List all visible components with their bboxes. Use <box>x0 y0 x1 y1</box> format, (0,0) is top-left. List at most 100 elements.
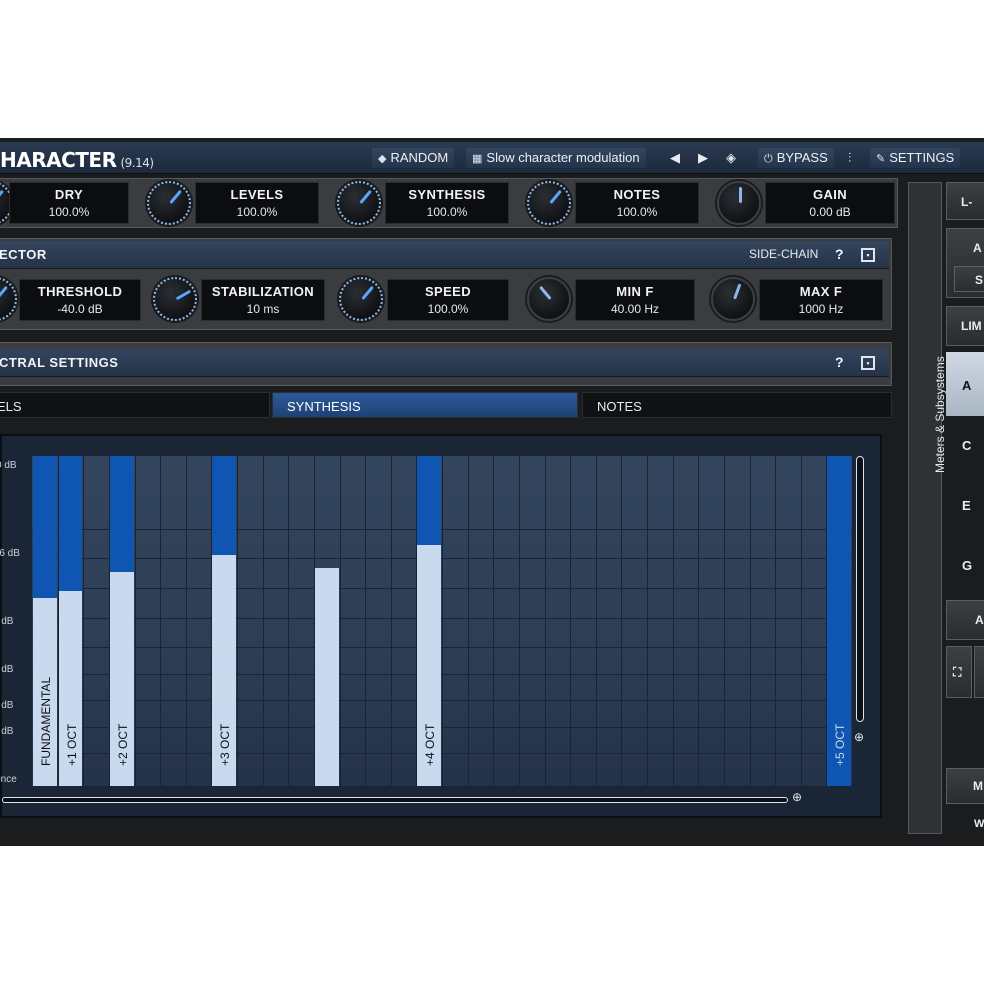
harmonic-bar-label: +5 OCT <box>833 723 848 766</box>
right-key-c[interactable]: C <box>962 438 971 453</box>
gain-value[interactable]: GAIN 0.00 dB <box>765 182 895 224</box>
y-tick-label: 0 dB <box>0 460 17 471</box>
spectral-title: CTRAL SETTINGS <box>0 355 119 370</box>
harmonic-bar[interactable]: +2 OCT <box>109 456 134 786</box>
grid-icon: ▦ <box>472 153 483 165</box>
min-f-knob[interactable] <box>527 277 571 321</box>
grid-line <box>32 700 852 702</box>
harmonic-bar-level <box>314 568 339 786</box>
right-button-lim[interactable]: LIM <box>946 306 984 346</box>
harmonic-bar-label: +1 OCT <box>64 723 79 766</box>
speed-knob[interactable] <box>339 277 383 321</box>
spectral-panel: CTRAL SETTINGS ? ▪ <box>0 342 892 386</box>
right-label-w: W <box>974 818 984 830</box>
right-key-e[interactable]: E <box>962 498 971 513</box>
y-tick-label: -18 dB <box>0 664 14 675</box>
harmonic-bar[interactable] <box>314 456 339 786</box>
grid-line <box>698 456 700 786</box>
grid-line <box>32 528 852 530</box>
harmonic-bar[interactable]: FUNDAMENTAL <box>33 456 57 786</box>
threshold-knob[interactable] <box>0 277 17 321</box>
harmonic-bar[interactable]: +1 OCT <box>58 456 83 786</box>
harmonic-bar[interactable]: +4 OCT <box>417 456 441 786</box>
synthesis-knob[interactable] <box>337 181 381 225</box>
grid-line <box>775 456 777 786</box>
grid-line <box>160 456 162 786</box>
tab-levels[interactable]: ELS <box>0 392 270 418</box>
app-version: (9.14) <box>120 156 154 170</box>
tab-synthesis[interactable]: SYNTHESIS <box>272 392 578 418</box>
grid-line <box>570 456 572 786</box>
grid-line <box>185 456 187 786</box>
levels-knob[interactable] <box>147 181 191 225</box>
grid-line <box>32 558 852 560</box>
max-f-knob[interactable] <box>711 277 755 321</box>
notes-value[interactable]: NOTES 100.0% <box>575 182 699 224</box>
y-tick-label: -30 dB <box>0 726 14 737</box>
preset-next-button[interactable]: ▶ <box>698 150 708 166</box>
harmonic-bar-label: +2 OCT <box>115 723 130 766</box>
y-tick-label: Silence <box>0 774 17 785</box>
tab-notes[interactable]: NOTES <box>582 392 892 418</box>
dry-value[interactable]: DRY 100.0% <box>9 182 129 224</box>
bypass-button[interactable]: ⏻ BYPASS <box>758 148 834 168</box>
grid-line <box>134 456 136 786</box>
side-chain-button[interactable]: SIDE-CHAIN <box>749 247 818 261</box>
preset-prev-button[interactable]: ◀ <box>670 150 680 166</box>
grid-line <box>672 456 674 786</box>
cube-icon[interactable]: ◈ <box>726 150 736 166</box>
grid-line <box>32 726 852 728</box>
harmonic-plot[interactable]: FUNDAMENTAL +1 OCT +2 OCT +3 OCT +4 OCT +5 OC… <box>32 456 852 786</box>
max-f-value[interactable]: MAX F 1000 Hz <box>759 279 883 321</box>
detector-header: ECTOR SIDE-CHAIN ? ▪ <box>0 241 889 269</box>
grid-line <box>237 456 238 786</box>
bypass-icon: ⏻ <box>764 153 773 165</box>
vertical-scrollbar[interactable] <box>856 456 864 722</box>
meters-subsystems-button[interactable]: Meters & Subsystems <box>908 182 947 834</box>
right-key-g[interactable]: G <box>962 558 972 573</box>
expand-icon[interactable]: ⛶ <box>946 646 972 698</box>
right-button-m[interactable]: M <box>946 768 984 804</box>
vertical-zoom-icon[interactable]: ⊕ <box>854 730 864 744</box>
grid-line <box>32 753 852 754</box>
speed-value[interactable]: SPEED 100.0% <box>387 279 509 321</box>
synthesis-value[interactable]: SYNTHESIS 100.0% <box>385 182 509 224</box>
right-button-3[interactable]: S <box>954 266 984 292</box>
grid-line <box>493 456 495 786</box>
y-tick-label: -24 dB <box>0 700 14 711</box>
right-button-side[interactable] <box>974 646 984 698</box>
right-button-a[interactable]: A <box>946 600 984 640</box>
stabilization-value[interactable]: STABILIZATION 10 ms <box>201 279 325 321</box>
stabilization-knob[interactable] <box>153 277 197 321</box>
grid-line <box>749 456 751 786</box>
gain-knob[interactable] <box>717 181 761 225</box>
grid-line <box>647 456 648 786</box>
plugin-window: HARACTER (9.14) ◆ RANDOM ▦ Slow character m… <box>0 138 984 846</box>
threshold-value[interactable]: THRESHOLD -40.0 dB <box>19 279 141 321</box>
settings-sliders-icon[interactable]: ⫶ <box>848 150 851 166</box>
y-tick-label: -6 dB <box>0 548 20 559</box>
right-button-1[interactable]: L- <box>946 182 984 220</box>
spectral-help-icon[interactable]: ? <box>835 354 844 370</box>
harmonic-bar[interactable]: +3 OCT <box>212 456 236 786</box>
grid-line <box>262 456 264 786</box>
grid-line <box>544 456 546 786</box>
levels-value[interactable]: LEVELS 100.0% <box>195 182 319 224</box>
horizontal-scrollbar[interactable] <box>2 797 788 803</box>
spectral-header[interactable]: CTRAL SETTINGS ? ▪ <box>0 349 889 377</box>
notes-knob[interactable] <box>527 181 571 225</box>
grid-line <box>288 456 290 786</box>
horizontal-zoom-icon[interactable]: ⊕ <box>792 790 802 804</box>
harmonic-bar-label: +4 OCT <box>423 723 438 766</box>
grid-line <box>365 456 367 786</box>
settings-button[interactable]: ✎ SETTINGS <box>870 148 961 168</box>
detector-collapse-icon[interactable]: ▪ <box>861 248 875 262</box>
preset-selector[interactable]: ▦ Slow character modulation <box>466 148 646 168</box>
random-button[interactable]: ◆ RANDOM <box>372 148 455 168</box>
harmonic-bar-label: FUNDAMENTAL <box>39 676 53 766</box>
detector-help-icon[interactable]: ? <box>835 246 844 262</box>
harmonic-bar[interactable]: +5 OCT <box>827 456 851 786</box>
min-f-value[interactable]: MIN F 40.00 Hz <box>575 279 695 321</box>
spectral-collapse-icon[interactable]: ▪ <box>861 356 875 370</box>
detector-panel: ECTOR SIDE-CHAIN ? ▪ THRESHOLD -40.0 dB … <box>0 238 892 330</box>
